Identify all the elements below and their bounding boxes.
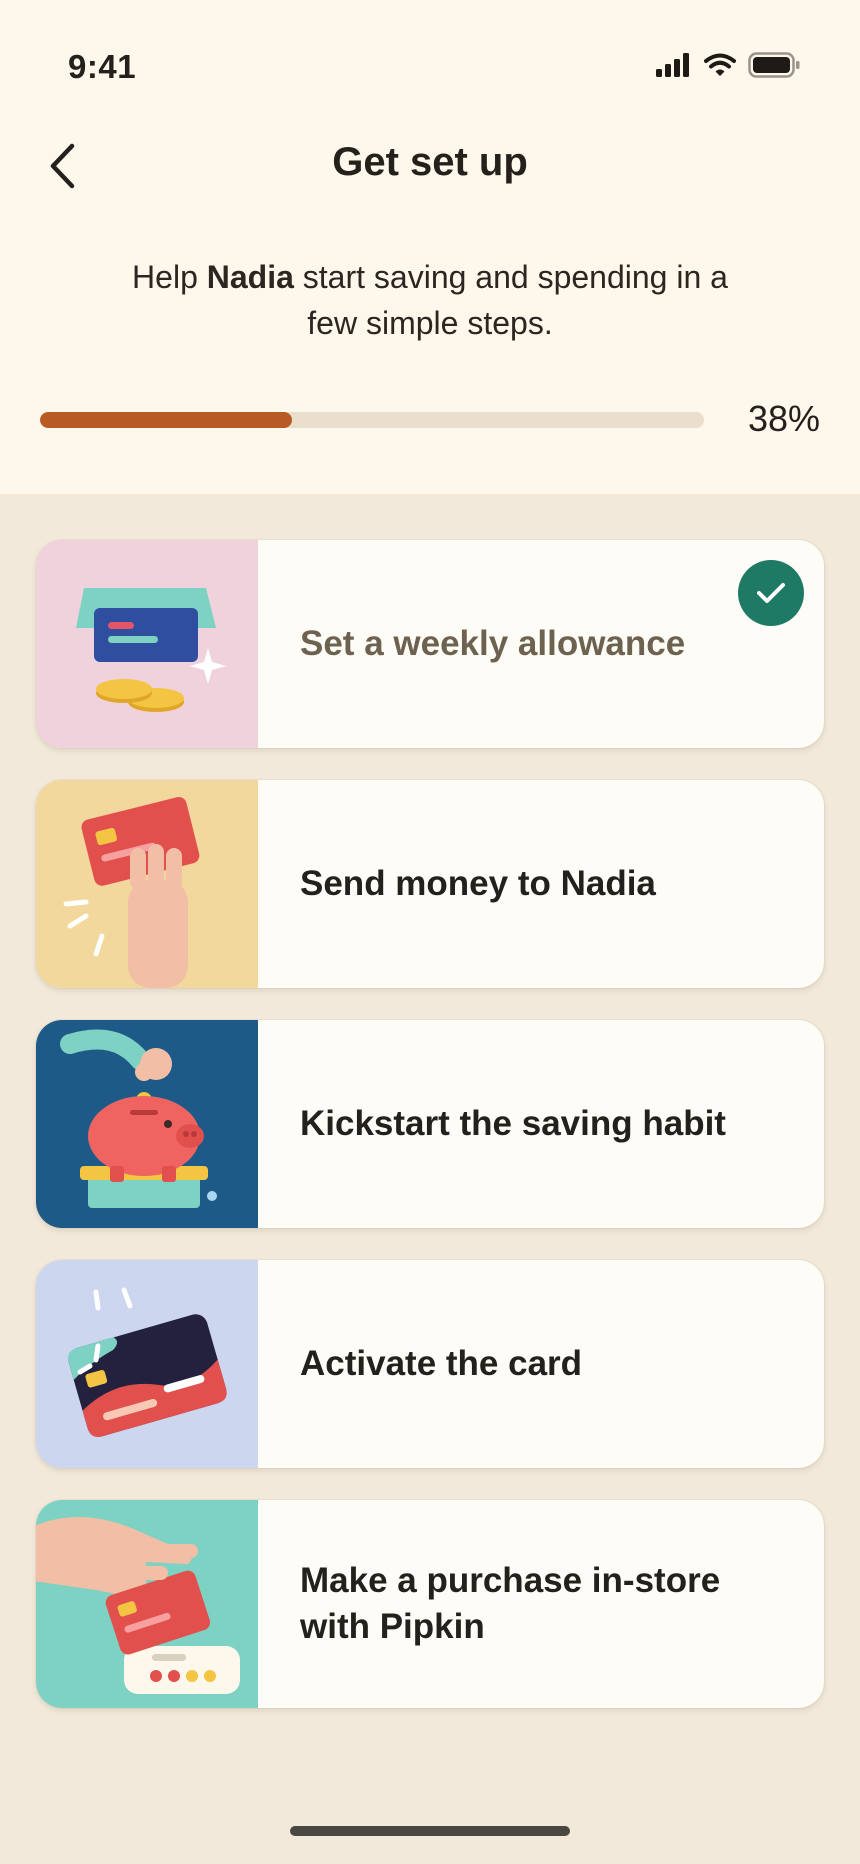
signal-icon bbox=[656, 53, 689, 77]
checkmark-icon bbox=[757, 583, 785, 603]
step-label: Kickstart the saving habit bbox=[300, 1104, 726, 1143]
send-money-illustration bbox=[36, 780, 258, 988]
step-card-activate-card[interactable]: Activate the card bbox=[36, 1260, 824, 1468]
progress-fill bbox=[40, 412, 293, 428]
in-store-purchase-illustration bbox=[36, 1500, 258, 1708]
intro-text: Help Nadia start saving and spending in … bbox=[132, 259, 728, 341]
step-card-in-store-purchase[interactable]: Make a purchase in-store with Pipkin bbox=[36, 1500, 824, 1708]
activate-card-illustration bbox=[36, 1260, 258, 1468]
step-card-saving-habit[interactable]: Kickstart the saving habit bbox=[36, 1020, 824, 1228]
progress-percent: 38% bbox=[747, 398, 820, 439]
child-name: Nadia bbox=[206, 259, 294, 295]
completed-check-badge bbox=[738, 560, 804, 626]
progress-bar bbox=[40, 412, 704, 428]
step-label: Send money to Nadia bbox=[300, 864, 656, 903]
step-label: Activate the card bbox=[300, 1344, 583, 1383]
battery-icon bbox=[748, 52, 800, 78]
step-label: Set a weekly allowance bbox=[300, 624, 686, 663]
wifi-icon bbox=[704, 53, 736, 76]
home-indicator[interactable] bbox=[290, 1826, 570, 1836]
step-label: Make a purchase in-store with Pipkin bbox=[300, 1561, 721, 1646]
allowance-illustration bbox=[36, 540, 258, 748]
step-card-send-money[interactable]: Send money to Nadia bbox=[36, 780, 824, 988]
status-time: 9:41 bbox=[68, 48, 137, 85]
piggy-bank-illustration bbox=[36, 1020, 258, 1228]
status-icons bbox=[656, 52, 800, 78]
step-card-weekly-allowance[interactable]: Set a weekly allowance bbox=[36, 540, 824, 748]
page-title: Get set up bbox=[332, 140, 528, 184]
